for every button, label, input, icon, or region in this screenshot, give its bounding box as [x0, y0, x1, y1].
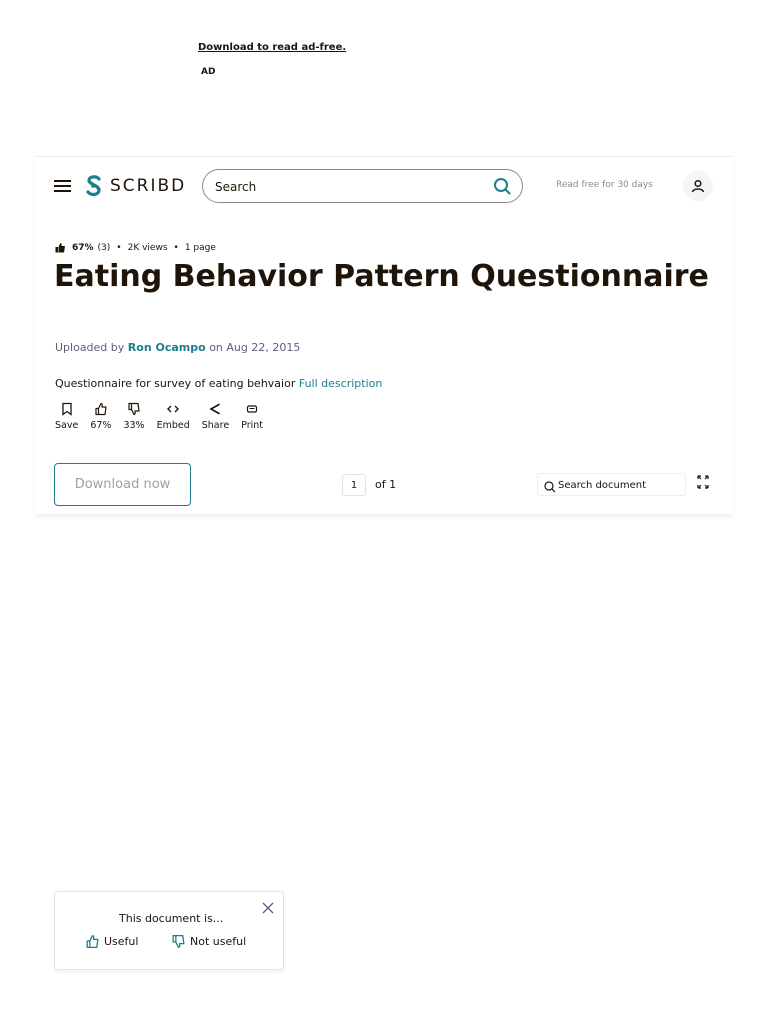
scribd-logo-mark-icon — [86, 175, 101, 197]
read-free-link[interactable]: Read free for 30 days — [556, 180, 653, 190]
search-icon[interactable] — [493, 177, 511, 199]
document-title: Eating Behavior Pattern Questionnaire — [54, 259, 709, 294]
share-icon — [209, 403, 221, 415]
description-text: Questionnaire for survey of eating behva… — [55, 377, 296, 390]
ad-label: AD — [201, 67, 216, 77]
share-label: Share — [201, 420, 230, 431]
share-button[interactable]: Share — [202, 402, 229, 431]
print-label: Print — [241, 420, 264, 431]
page-total: of 1 — [375, 478, 397, 491]
logo-text: SCRIBD — [110, 176, 187, 196]
print-icon — [246, 405, 258, 413]
feedback-popup: This document is... Useful Not useful — [54, 891, 284, 970]
uploader-link[interactable]: Ron Ocampo — [128, 341, 206, 354]
upvote-button[interactable]: 67% — [90, 402, 111, 431]
meta-separator: • — [173, 242, 179, 253]
thumbs-up-icon — [86, 934, 99, 949]
thumbs-up-filled-icon — [55, 243, 65, 253]
embed-label: Embed — [156, 420, 190, 431]
fullscreen-icon[interactable] — [695, 474, 711, 494]
thumbs-down-icon — [128, 402, 140, 416]
not-useful-button[interactable]: Not useful — [171, 934, 246, 949]
code-icon — [167, 405, 180, 413]
rating-count: (3) — [97, 242, 111, 253]
thumbs-up-icon — [95, 402, 107, 416]
user-icon — [691, 179, 705, 193]
thumbs-down-icon — [172, 934, 185, 949]
meta-separator: • — [116, 242, 122, 253]
menu-icon[interactable] — [54, 178, 72, 197]
page-count: 1 page — [184, 242, 216, 253]
profile-button[interactable] — [683, 171, 713, 201]
scribd-logo[interactable]: SCRIBD — [84, 174, 186, 198]
search-document-input[interactable] — [558, 478, 682, 492]
save-button[interactable]: Save — [55, 402, 78, 431]
print-button[interactable]: Print — [241, 402, 263, 431]
upvote-label: 67% — [90, 420, 112, 431]
feedback-title: This document is... — [119, 912, 224, 925]
full-description-link[interactable]: Full description — [299, 377, 382, 390]
search-input[interactable] — [215, 178, 475, 196]
bookmark-icon — [62, 402, 72, 416]
ad-free-link[interactable]: Download to read ad-free. — [198, 42, 346, 53]
page-number-input[interactable]: 1 — [342, 474, 366, 496]
downvote-label: 33% — [123, 420, 145, 431]
save-label: Save — [55, 420, 79, 431]
document-header-panel — [35, 156, 733, 514]
view-count: 2K views — [127, 242, 168, 253]
upload-date: on Aug 22, 2015 — [209, 341, 301, 354]
upload-info: Uploaded by Ron Ocampo on Aug 22, 2015 — [55, 341, 300, 354]
uploaded-prefix: Uploaded by — [55, 341, 125, 354]
useful-button[interactable]: Useful — [85, 934, 138, 949]
action-bar: Save 67% 33% Embed Share Print — [55, 402, 275, 431]
description: Questionnaire for survey of eating behva… — [55, 377, 382, 390]
close-icon[interactable] — [261, 900, 275, 919]
search-box[interactable] — [202, 169, 523, 203]
useful-label: Useful — [104, 935, 139, 948]
document-meta: 67% (3) • 2K views • 1 page — [55, 242, 216, 253]
search-document-icon — [544, 478, 556, 497]
embed-button[interactable]: Embed — [157, 402, 190, 431]
document-search-box[interactable] — [537, 473, 686, 496]
download-button[interactable]: Download now — [54, 463, 191, 506]
downvote-button[interactable]: 33% — [123, 402, 145, 431]
rating-percent: 67% — [72, 242, 94, 253]
not-useful-label: Not useful — [190, 935, 247, 948]
